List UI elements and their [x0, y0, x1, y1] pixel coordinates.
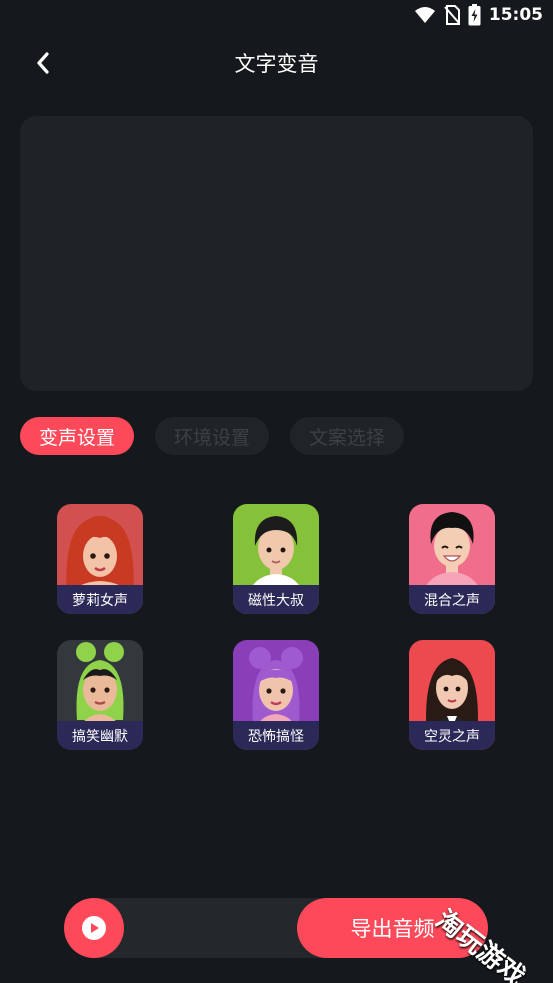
- voice-card-magnetic-uncle[interactable]: 磁性大叔: [233, 504, 319, 614]
- voice-label: 恐怖搞怪: [233, 721, 319, 750]
- voice-card-mixed[interactable]: 混合之声: [409, 504, 495, 614]
- text-input[interactable]: [20, 116, 533, 391]
- wifi-icon: [414, 7, 435, 23]
- status-time: 15:05: [488, 5, 543, 25]
- voice-label: 搞笑幽默: [57, 721, 143, 750]
- voice-card-horror[interactable]: 恐怖搞怪: [233, 640, 319, 750]
- play-icon: [82, 916, 106, 940]
- voice-card-funny[interactable]: 搞笑幽默: [57, 640, 143, 750]
- voice-card-loli[interactable]: 萝莉女声: [57, 504, 143, 614]
- tab-environment-settings[interactable]: 环境设置: [155, 417, 270, 455]
- tab-script-selection[interactable]: 文案选择: [290, 417, 405, 455]
- battery-charging-icon: [468, 4, 481, 26]
- no-sim-icon: [444, 5, 460, 25]
- page-title: 文字变音: [234, 52, 319, 76]
- status-icons: 15:05: [414, 4, 543, 26]
- play-button[interactable]: [64, 898, 124, 958]
- voice-card-ethereal[interactable]: 空灵之声: [409, 640, 495, 750]
- voice-label: 磁性大叔: [233, 585, 319, 614]
- tab-bar: 变声设置 环境设置 文案选择: [20, 417, 405, 455]
- voice-label: 混合之声: [409, 585, 495, 614]
- tab-voice-settings[interactable]: 变声设置: [20, 417, 135, 455]
- status-bar: 15:05: [0, 0, 553, 32]
- voice-label: 空灵之声: [409, 721, 495, 750]
- voice-label: 萝莉女声: [57, 585, 143, 614]
- screen: 15:05 文字变音 变声设置 环境设置 文案选择 萝莉女声 磁性大叔 混合之声…: [0, 0, 553, 983]
